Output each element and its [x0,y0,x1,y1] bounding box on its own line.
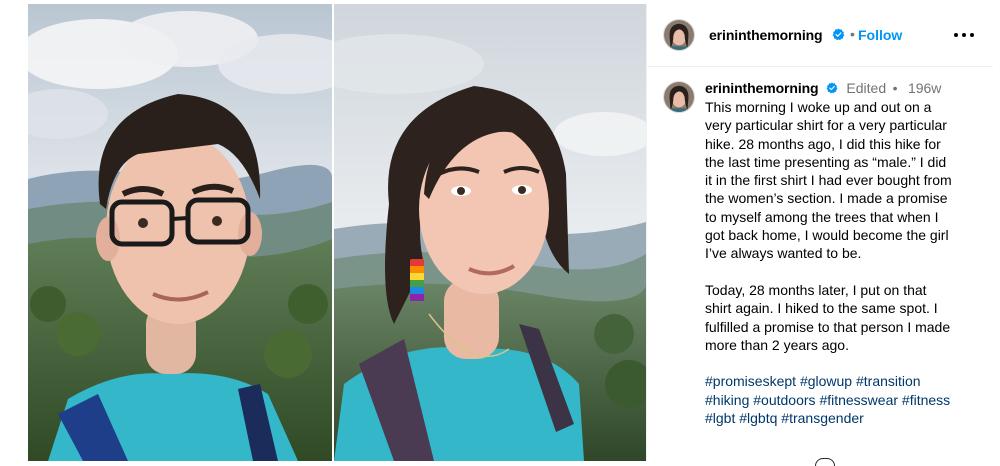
post-header: erininthemorning • Follow [647,4,993,67]
hashtag-link[interactable]: #lgbtq [739,410,777,426]
photo-before-selfie [28,4,332,461]
caption-paragraph-2: Today, 28 months later, I put on that sh… [705,281,985,354]
caption-line: to myself among the trees that when I [705,208,939,225]
post-timestamp[interactable]: 196w [908,80,941,96]
caption-line: very particular shirt for a very particu… [705,117,947,134]
caption-header: erininthemorning Edited • 196w [705,80,941,100]
header-avatar[interactable] [663,19,695,51]
hashtag-row: #lgbt #lgbtq #transgender [705,409,985,427]
hashtag-list: #promiseskept #glowup #transition #hikin… [705,372,985,427]
hashtag-link[interactable]: #outdoors [753,392,815,408]
instagram-post-view: erininthemorning • Follow erininthemorni… [0,0,1000,466]
caption-line: Today, 28 months later, I put on that [705,281,927,298]
caption-comment: erininthemorning Edited • 196w This morn… [647,76,993,461]
photo-after-selfie [334,4,646,461]
avatar-image [664,82,694,112]
post-side-panel: erininthemorning • Follow erininthemorni… [646,4,993,466]
hashtag-row: #promiseskept #glowup #transition [705,372,985,390]
edited-label: Edited [846,80,887,96]
verified-badge-icon [826,82,838,94]
caption-line: fulfilled a promise to that person I mad… [705,318,951,335]
hashtag-link[interactable]: #lgbt [705,410,735,426]
hashtag-link[interactable]: #glowup [800,373,852,389]
hashtag-row: #hiking #outdoors #fitnesswear #fitness [705,391,985,409]
caption-line: the women’s section. I made a promise [705,190,948,207]
caption-text: This morning I woke up and out on a very… [705,98,985,427]
photo-after-image [334,4,646,461]
hashtag-link[interactable]: #fitnesswear [819,392,898,408]
verified-badge-icon [832,28,845,41]
follow-button[interactable]: Follow [858,27,902,43]
header-username-link[interactable]: erininthemorning [709,27,823,43]
hashtag-link[interactable]: #transition [856,373,921,389]
caption-separator-dot: • [892,80,898,96]
post-media[interactable] [28,4,646,461]
caption-line: it in the first shirt I had ever bought … [705,172,952,189]
caption-line: This morning I woke up and out on a [705,99,932,115]
hashtag-link[interactable]: #promiseskept [705,373,796,389]
caption-line: hike. 28 months ago, I did this hike for [705,135,941,152]
caption-username-link[interactable]: erininthemorning [705,80,819,96]
caption-line: shirt again. I hiked to the same spot. I [705,300,938,317]
hashtag-link[interactable]: #hiking [705,392,749,408]
caption-line: I’ve always wanted to be. [705,245,862,262]
hashtag-link[interactable]: #transgender [781,410,864,426]
caption-line: more than 2 years ago. [705,336,849,353]
caption-avatar[interactable] [663,81,695,113]
header-separator-dot: • [850,26,855,42]
caption-line: got back home, I would become the girl [705,227,949,244]
scroll-indicator[interactable] [815,458,835,466]
more-horizontal-icon[interactable] [949,23,979,47]
avatar-image [664,20,694,50]
caption-paragraph-1: This morning I woke up and out on a very… [705,98,985,263]
caption-line: the last time presenting as “male.” I di… [705,153,947,170]
photo-before-image [28,4,332,461]
hashtag-link[interactable]: #fitness [902,392,950,408]
